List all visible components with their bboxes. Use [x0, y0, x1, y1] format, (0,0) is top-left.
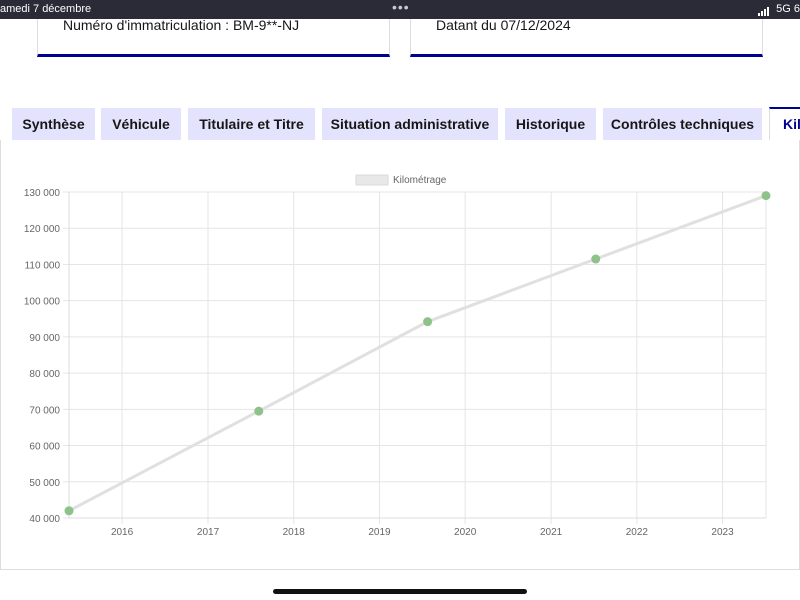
network-type: 5G — [776, 3, 791, 15]
more-dots-icon[interactable]: ••• — [392, 0, 410, 15]
report-date: Datant du 07/12/2024 — [436, 17, 571, 33]
data-point — [254, 406, 264, 416]
y-tick-label: 90 000 — [29, 333, 60, 344]
y-tick-label: 130 000 — [24, 188, 61, 199]
registration-number: Numéro d'immatriculation : BM-9**-NJ — [63, 17, 300, 33]
y-tick-label: 60 000 — [29, 442, 60, 453]
home-indicator — [273, 589, 527, 594]
legend-label: Kilométrage — [393, 175, 447, 186]
tab-bar: Synthèse Véhicule Titulaire et Titre Sit… — [0, 107, 800, 141]
data-point — [64, 506, 74, 516]
x-tick-label: 2017 — [197, 527, 220, 538]
registration-card: Numéro d'immatriculation : BM-9**-NJ — [37, 17, 390, 57]
chart-legend: Kilométrage — [355, 174, 447, 186]
y-tick-label: 80 000 — [29, 369, 60, 380]
y-tick-label: 120 000 — [24, 224, 61, 235]
tab-controles-techniques[interactable]: Contrôles techniques — [603, 108, 762, 140]
status-right: 5G 6 — [758, 3, 800, 16]
x-tick-label: 2023 — [711, 527, 734, 538]
x-tick-label: 2022 — [626, 527, 649, 538]
y-tick-label: 70 000 — [29, 405, 60, 416]
x-tick-label: 2019 — [368, 527, 391, 538]
signal-icon — [758, 4, 770, 16]
data-point — [591, 254, 601, 264]
battery-level: 6 — [793, 3, 800, 15]
status-date: amedi 7 décembre — [0, 3, 92, 15]
chart-axes: 40 000 50 000 60 000 70 000 80 000 90 000 100 … — [24, 188, 767, 538]
tab-kilometrage[interactable]: Kil — [769, 107, 800, 140]
legend-swatch — [355, 174, 389, 186]
mileage-chart: 40 000 50 000 60 000 70 000 80 000 90 000 100 … — [24, 174, 771, 538]
x-tick-label: 2020 — [454, 527, 477, 538]
y-tick-label: 40 000 — [29, 514, 60, 525]
y-tick-label: 110 000 — [25, 260, 61, 271]
tab-titulaire-et-titre[interactable]: Titulaire et Titre — [188, 108, 315, 140]
y-tick-label: 50 000 — [29, 478, 60, 489]
x-tick-label: 2016 — [111, 527, 134, 538]
x-tick-label: 2021 — [540, 527, 563, 538]
tab-vehicule[interactable]: Véhicule — [101, 108, 181, 140]
chart-grid — [63, 191, 766, 524]
data-point — [761, 191, 771, 201]
tab-synthese[interactable]: Synthèse — [12, 108, 95, 140]
x-tick-label: 2018 — [283, 527, 306, 538]
series-line — [68, 194, 767, 513]
tab-historique[interactable]: Historique — [505, 108, 596, 140]
chart-series — [64, 191, 771, 516]
y-tick-label: 100 000 — [24, 297, 61, 308]
report-date-card: Datant du 07/12/2024 — [410, 17, 763, 57]
data-point — [423, 317, 433, 327]
tab-situation-administrative[interactable]: Situation administrative — [322, 108, 498, 140]
